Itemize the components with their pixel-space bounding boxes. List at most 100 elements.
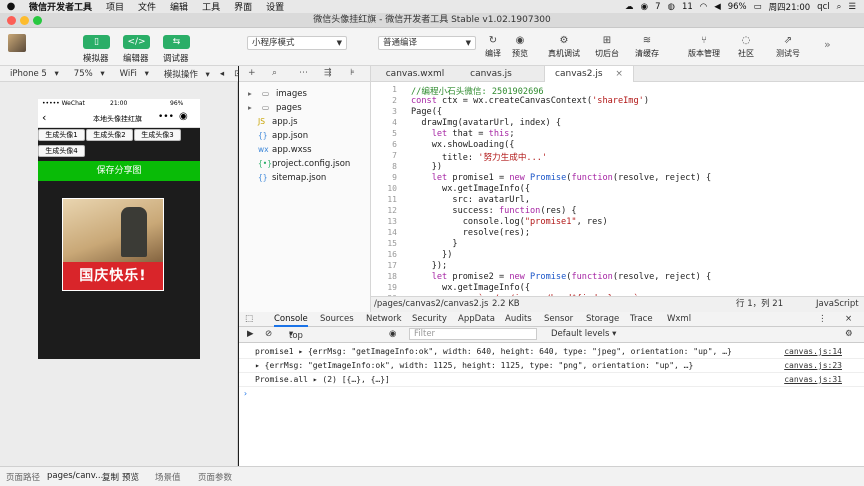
menubar-user[interactable]: qcl — [817, 2, 829, 12]
generate-avatar-4-button[interactable]: 生成头像4 — [38, 145, 85, 157]
preview-button[interactable]: ◉ 预览 — [509, 28, 531, 59]
sidebar-toggle-icon[interactable]: ▶ — [247, 329, 254, 339]
mode-select[interactable]: 小程序模式 ▼ — [247, 36, 347, 50]
volume-icon[interactable]: ◀ — [714, 2, 721, 12]
minimize-window-icon[interactable] — [20, 16, 29, 25]
file-app-js[interactable]: JS app.js — [258, 115, 298, 129]
menu-file[interactable]: 文件 — [131, 0, 163, 13]
file-app-json[interactable]: {} app.json — [258, 129, 308, 143]
menu-edit[interactable]: 编辑 — [163, 0, 195, 13]
clear-cache-button[interactable]: ≋ 清缓存 — [632, 28, 662, 59]
console-source-link[interactable]: canvas.js:31 — [784, 373, 842, 387]
log-levels-select[interactable]: Default levels ▾ — [551, 329, 616, 339]
community-button[interactable]: ◌ 社区 — [735, 28, 757, 59]
scene-value-label[interactable]: 场景值 — [155, 471, 181, 483]
folder-pages[interactable]: ▸ ▭ pages — [248, 101, 302, 115]
tab-wxml[interactable]: Wxml — [667, 312, 691, 327]
simulate-select[interactable]: 模拟操作 ▾ — [154, 68, 215, 80]
tab-canvas-js[interactable]: canvas.js — [455, 66, 527, 82]
folder-images[interactable]: ▸ ▭ images — [248, 87, 307, 101]
control-center-icon[interactable]: ☰ — [848, 2, 856, 12]
wechat-icon[interactable]: ◉ — [641, 2, 648, 12]
battery-icon[interactable]: ▭ — [754, 2, 762, 12]
menu-settings[interactable]: 设置 — [259, 0, 291, 13]
background-button[interactable]: ⊞ 切后台 — [592, 28, 622, 59]
more-icon[interactable]: ••• — [158, 112, 174, 122]
split-icon[interactable]: ⊧ — [350, 68, 355, 78]
console-source-link[interactable]: canvas.js:14 — [784, 345, 842, 359]
chevron-right-double-icon[interactable]: » — [824, 38, 831, 51]
zoom-select[interactable]: 75% ▾ — [64, 69, 110, 79]
tab-sources[interactable]: Sources — [320, 312, 354, 327]
cloud-icon[interactable]: ☁ — [625, 2, 634, 12]
generate-avatar-3-button[interactable]: 生成头像3 — [134, 129, 181, 141]
line-number: 10 — [387, 184, 397, 193]
tab-sensor[interactable]: Sensor — [544, 312, 573, 327]
clear-console-icon[interactable]: ⊘ — [265, 329, 272, 339]
layers-icon: ≋ — [642, 35, 652, 46]
line-number: 3 — [392, 107, 397, 116]
file-app-wxss[interactable]: wx app.wxss — [258, 143, 312, 157]
tab-canvas-wxml[interactable]: canvas.wxml — [379, 66, 451, 82]
add-icon[interactable]: + — [248, 68, 256, 78]
gear-icon[interactable]: ⚙ — [845, 329, 853, 339]
tab-console[interactable]: Console — [274, 312, 308, 327]
capsule-close-icon[interactable]: ◉ — [179, 111, 188, 122]
context-select[interactable]: top ▾ — [286, 329, 303, 341]
filter-input[interactable]: Filter — [409, 328, 537, 340]
spotlight-icon[interactable]: ⌕ — [837, 2, 842, 12]
close-icon[interactable]: × — [615, 69, 623, 79]
test-account-button[interactable]: ⇗ 测试号 — [773, 28, 803, 59]
menu-project[interactable]: 项目 — [99, 0, 131, 13]
real-device-debug-button[interactable]: ⚙ 真机调试 — [545, 28, 583, 59]
file-tree-label: app.json — [272, 131, 309, 141]
menu-tools[interactable]: 工具 — [195, 0, 227, 13]
avatar[interactable] — [8, 34, 26, 52]
file-project-config[interactable]: {•}project.config.json — [258, 157, 350, 171]
copy-path-button[interactable]: 复制 — [102, 471, 119, 483]
close-window-icon[interactable] — [7, 16, 16, 25]
maximize-window-icon[interactable] — [33, 16, 42, 25]
compile-select[interactable]: 普通编译 ▼ — [378, 36, 476, 50]
inspect-icon[interactable]: ⬚ — [245, 312, 253, 327]
tab-audits[interactable]: Audits — [505, 312, 532, 327]
compile-button[interactable]: ↻ 编译 — [482, 28, 504, 59]
search-icon[interactable]: ⌕ — [272, 68, 277, 78]
back-arrow-icon[interactable]: ‹ — [42, 111, 46, 124]
eye-icon[interactable]: ◉ — [389, 329, 396, 339]
tab-storage[interactable]: Storage — [586, 312, 619, 327]
save-share-button[interactable]: 保存分享图 — [38, 161, 200, 181]
more-icon[interactable]: ⋯ — [299, 68, 308, 78]
page-params-label[interactable]: 页面参数 — [198, 471, 232, 483]
code-line: }) — [411, 162, 443, 172]
wifi-icon[interactable]: ◠ — [700, 2, 707, 12]
record-icon[interactable]: ◍ — [668, 2, 675, 12]
console-source-link[interactable]: canvas.js:23 — [784, 359, 842, 373]
more-vertical-icon[interactable]: ⋮ — [818, 312, 827, 327]
tab-trace[interactable]: Trace — [630, 312, 653, 327]
simulator-toggle-button[interactable]: ▯ — [83, 35, 110, 49]
close-icon[interactable]: × — [845, 312, 852, 327]
menubar-clock[interactable]: 周四21:00 — [769, 1, 811, 13]
editor-toggle-button[interactable]: </> — [123, 35, 150, 49]
network-select[interactable]: WiFi ▾ — [110, 69, 154, 79]
tab-security[interactable]: Security — [412, 312, 447, 327]
device-select[interactable]: iPhone 5 ▾ — [0, 69, 64, 79]
menu-app-name[interactable]: 微信开发者工具 — [22, 0, 99, 13]
simulator-label: 模拟器 — [83, 54, 109, 64]
version-management-button[interactable]: ⑂ 版本管理 — [685, 28, 723, 59]
console-prompt[interactable]: › — [239, 387, 864, 401]
generate-avatar-1-button[interactable]: 生成头像1 — [38, 129, 85, 141]
collapse-icon[interactable]: ⇶ — [324, 68, 332, 78]
generate-avatar-2-button[interactable]: 生成头像2 — [86, 129, 133, 141]
tab-network[interactable]: Network — [366, 312, 402, 327]
tab-appdata[interactable]: AppData — [458, 312, 495, 327]
menu-interface[interactable]: 界面 — [227, 0, 259, 13]
apple-icon[interactable]: ● — [0, 1, 22, 12]
file-sitemap-json[interactable]: {} sitemap.json — [258, 171, 326, 185]
tab-canvas2-js[interactable]: canvas2.js × — [544, 66, 634, 82]
eye-icon: ◉ — [515, 35, 525, 46]
debugger-toggle-button[interactable]: ⇆ — [163, 35, 190, 49]
volume-icon[interactable]: ◂ — [215, 69, 229, 79]
preview-path-button[interactable]: 预览 — [122, 471, 139, 483]
